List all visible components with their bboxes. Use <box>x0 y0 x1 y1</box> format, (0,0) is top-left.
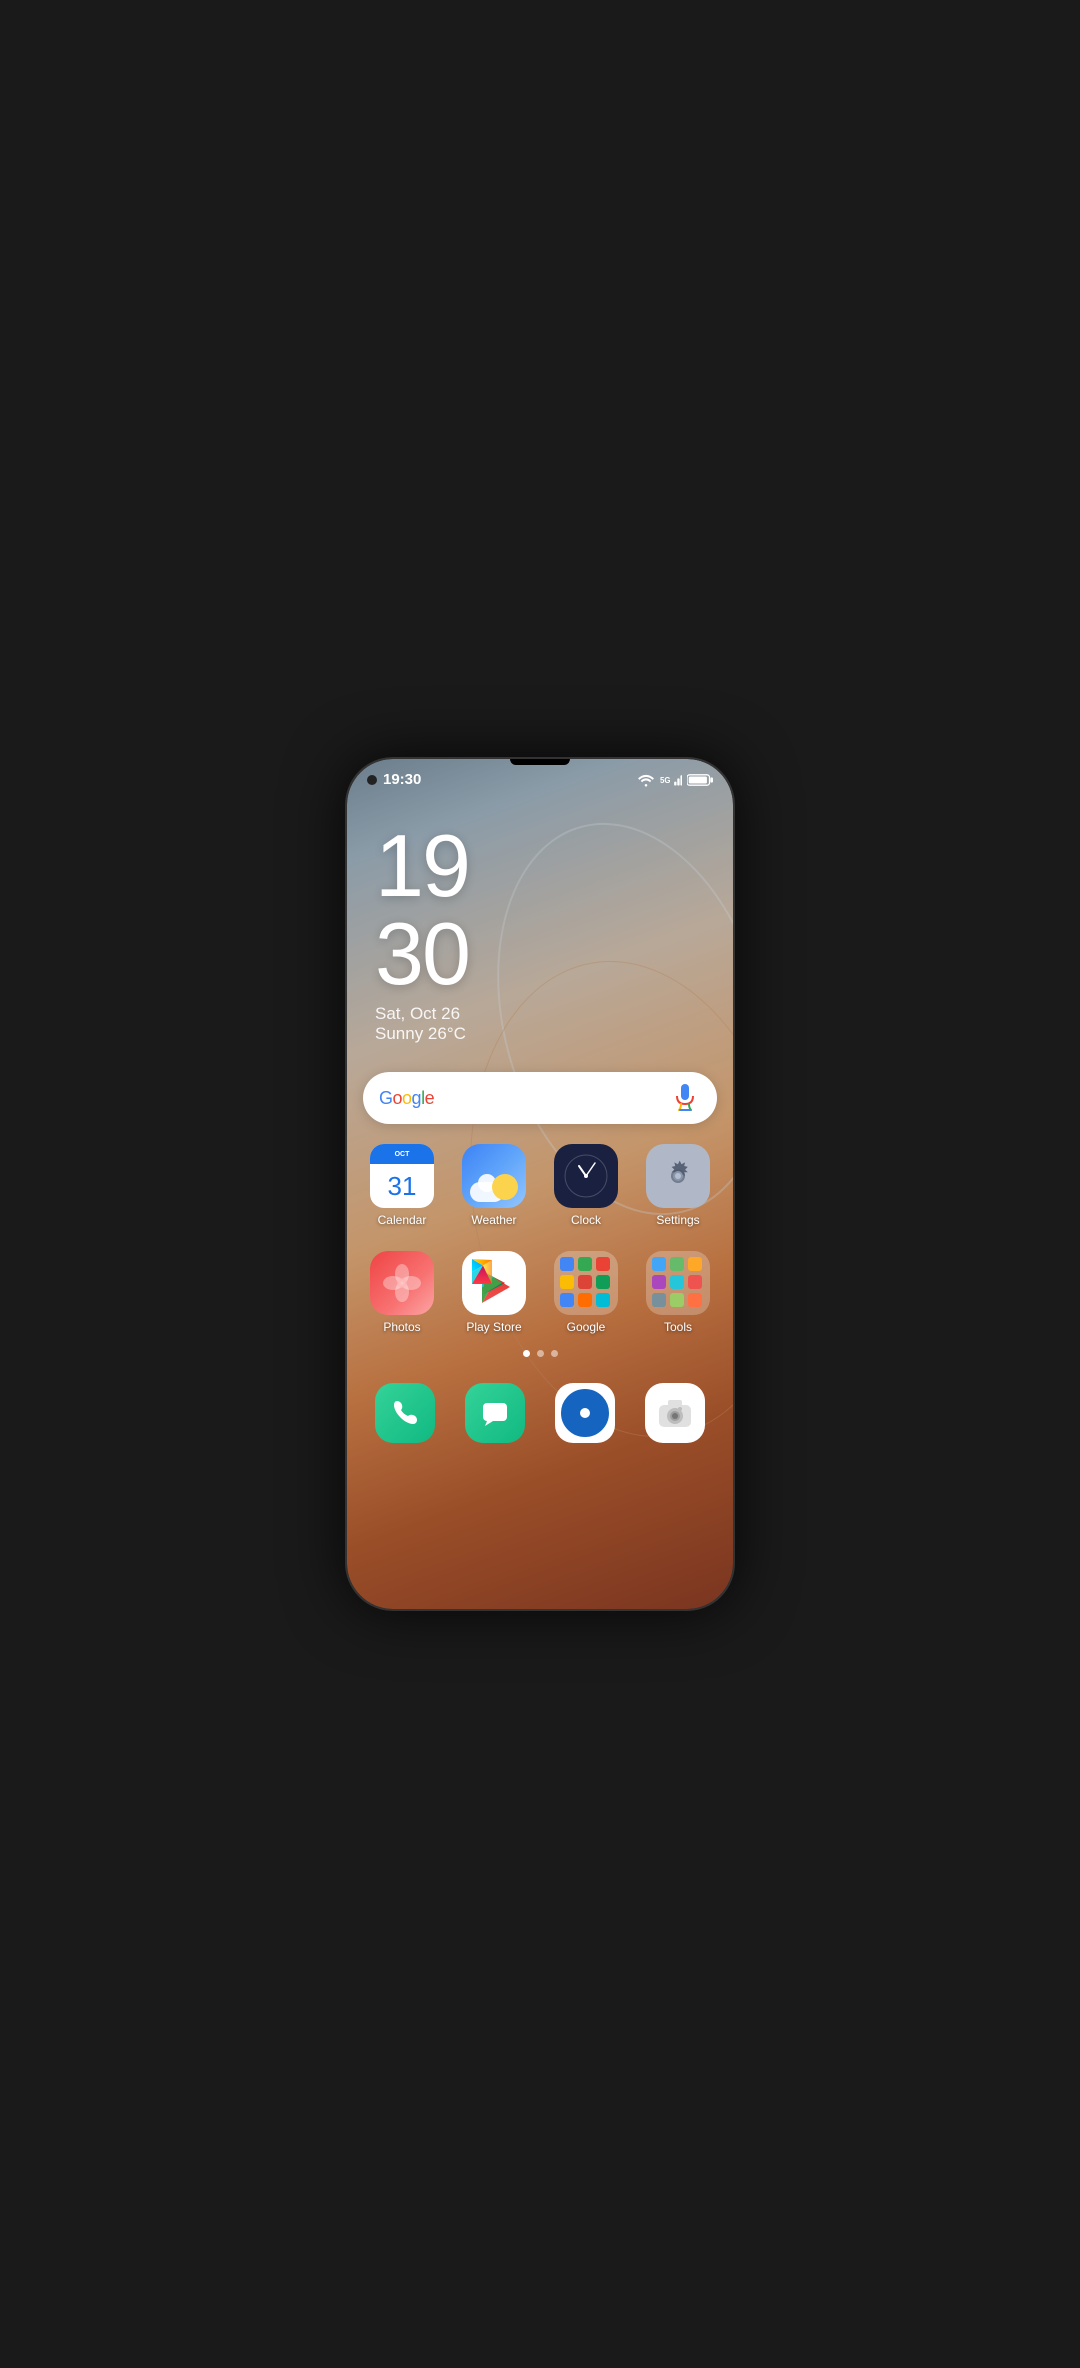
calendar-label: Calendar <box>378 1213 427 1227</box>
google-logo-o2: o <box>402 1088 412 1108</box>
phone-frame: 19:30 5G <box>345 757 735 1611</box>
svg-text:5G: 5G <box>660 776 670 785</box>
status-time: 19:30 <box>383 771 421 788</box>
folder-app-9 <box>596 1293 610 1307</box>
photos-label: Photos <box>383 1320 420 1334</box>
clock-weather: Sunny 26°C <box>375 1024 705 1044</box>
app-item-google[interactable]: Google <box>543 1243 629 1342</box>
app-grid: OCT 31 Calendar Weather <box>347 1136 733 1235</box>
folder-app-6 <box>596 1275 610 1289</box>
tools-icon <box>646 1251 710 1315</box>
app-item-playstore[interactable]: Play Store <box>451 1243 537 1342</box>
app-item-clock[interactable]: Clock <box>543 1136 629 1235</box>
tools-app-6 <box>688 1275 702 1289</box>
calendar-icon: OCT 31 <box>370 1144 434 1208</box>
record-center <box>577 1405 593 1421</box>
google-folder-icon <box>554 1251 618 1315</box>
tools-app-5 <box>670 1275 684 1289</box>
tools-app-4 <box>652 1275 666 1289</box>
app-item-tools[interactable]: Tools <box>635 1243 721 1342</box>
settings-label: Settings <box>656 1213 699 1227</box>
notch <box>510 759 570 765</box>
app-item-calendar[interactable]: OCT 31 Calendar <box>359 1136 445 1235</box>
messages-icon <box>465 1383 525 1443</box>
wifi-icon <box>637 773 655 787</box>
page-dot-3[interactable] <box>551 1350 558 1357</box>
folder-app-2 <box>578 1257 592 1271</box>
tools-app-7 <box>652 1293 666 1307</box>
clock-icon <box>554 1144 618 1208</box>
settings-icon <box>646 1144 710 1208</box>
page-indicators <box>347 1350 733 1357</box>
record-disc <box>561 1389 609 1437</box>
dock <box>347 1373 733 1459</box>
dock-item-phone[interactable] <box>363 1383 447 1443</box>
folder-app-3 <box>596 1257 610 1271</box>
weather-sun <box>492 1174 518 1200</box>
google-logo-e: e <box>425 1088 435 1108</box>
clock-minute: 30 <box>375 910 705 998</box>
google-mic-icon[interactable] <box>669 1082 701 1114</box>
google-folder-grid <box>554 1251 618 1315</box>
folder-app-8 <box>578 1293 592 1307</box>
app-item-photos[interactable]: Photos <box>359 1243 445 1342</box>
tools-app-2 <box>670 1257 684 1271</box>
folder-app-5 <box>578 1275 592 1289</box>
tools-app-3 <box>688 1257 702 1271</box>
weather-icon <box>462 1144 526 1208</box>
calendar-month: OCT <box>370 1144 434 1164</box>
tools-label: Tools <box>664 1320 692 1334</box>
google-logo-g: g <box>412 1088 422 1108</box>
playstore-label: Play Store <box>466 1320 521 1334</box>
folder-app-7 <box>560 1293 574 1307</box>
google-logo: Google <box>379 1088 434 1109</box>
calendar-day: 31 <box>388 1164 417 1208</box>
status-left: 19:30 <box>367 771 421 788</box>
tools-grid <box>646 1251 710 1315</box>
phone-screen: 19:30 5G <box>347 759 733 1609</box>
music-icon <box>555 1383 615 1443</box>
weather-label: Weather <box>471 1213 516 1227</box>
clock-hour: 19 <box>375 822 705 910</box>
signal-icon: 5G <box>660 773 682 787</box>
google-logo-o1: o <box>393 1088 403 1108</box>
dock-item-messages[interactable] <box>453 1383 537 1443</box>
status-right: 5G <box>637 773 713 787</box>
dock-item-camera[interactable] <box>633 1383 717 1443</box>
clock-label: Clock <box>571 1213 601 1227</box>
google-folder-label: Google <box>567 1320 606 1334</box>
tools-app-1 <box>652 1257 666 1271</box>
clock-widget: 19 30 Sat, Oct 26 Sunny 26°C <box>347 792 733 1054</box>
clock-date: Sat, Oct 26 <box>375 1004 705 1024</box>
page-dot-1[interactable] <box>523 1350 530 1357</box>
battery-icon <box>687 773 713 787</box>
camera-icon <box>645 1383 705 1443</box>
tools-app-9 <box>688 1293 702 1307</box>
clock-face <box>563 1153 609 1199</box>
folder-app-4 <box>560 1275 574 1289</box>
folder-app-1 <box>560 1257 574 1271</box>
google-search-bar[interactable]: Google <box>363 1072 717 1124</box>
page-dot-2[interactable] <box>537 1350 544 1357</box>
front-camera <box>367 775 377 785</box>
dock-item-music[interactable] <box>543 1383 627 1443</box>
clock-display: 19 30 <box>375 822 705 998</box>
app-grid-row2: Photos <box>347 1243 733 1342</box>
photos-icon <box>370 1251 434 1315</box>
google-logo-G: G <box>379 1088 393 1108</box>
phone-icon <box>375 1383 435 1443</box>
playstore-icon <box>462 1251 526 1315</box>
tools-app-8 <box>670 1293 684 1307</box>
app-item-weather[interactable]: Weather <box>451 1136 537 1235</box>
app-item-settings[interactable]: Settings <box>635 1136 721 1235</box>
